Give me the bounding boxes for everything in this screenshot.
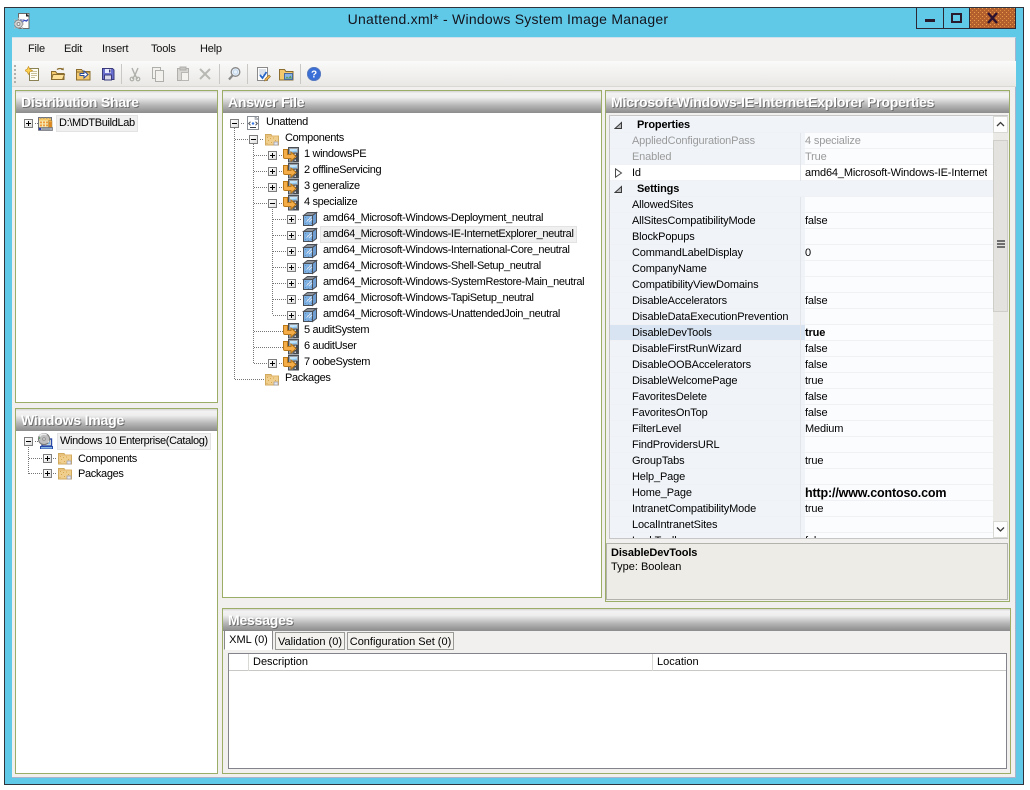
- svg-text:?: ?: [311, 70, 317, 81]
